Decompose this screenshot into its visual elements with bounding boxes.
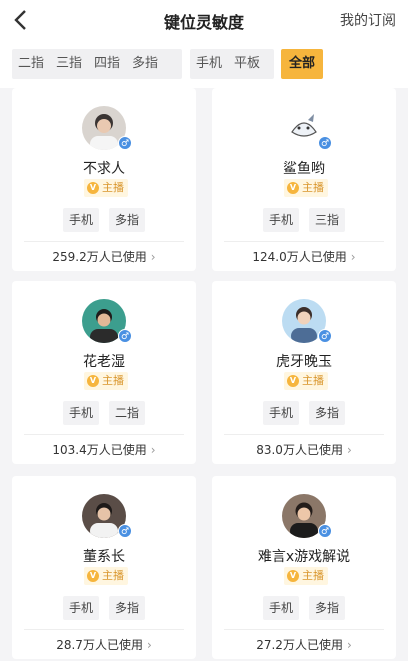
divider <box>224 629 384 630</box>
streamer-badge: V 主播 <box>84 567 128 585</box>
tag-finger: 多指 <box>109 208 145 232</box>
filter-multi-finger[interactable]: 多指 <box>126 49 164 79</box>
streamer-card[interactable]: ♂ 鲨鱼哟 V 主播 手机 三指 124.0万人已使用 › <box>212 88 396 271</box>
verified-icon: V <box>87 375 99 387</box>
chevron-right-icon: › <box>146 638 152 652</box>
streamer-name: 难言x游戏解说 <box>257 549 351 565</box>
streamer-card[interactable]: ♂ 难言x游戏解说 V 主播 手机 多指 27.2万人已使用 › <box>212 476 396 659</box>
filter-three-finger[interactable]: 三指 <box>50 49 88 79</box>
tag-device: 手机 <box>63 401 99 425</box>
male-gender-icon: ♂ <box>318 136 332 150</box>
verified-icon: V <box>87 570 99 582</box>
finger-filter-group: 二指 三指 四指 多指 <box>12 49 182 79</box>
streamer-name: 虎牙晚玉 <box>276 354 332 370</box>
streamer-badge: V 主播 <box>84 372 128 390</box>
tag-device: 手机 <box>63 208 99 232</box>
divider <box>24 434 184 435</box>
filter-all[interactable]: 全部 <box>281 49 323 79</box>
usage-count[interactable]: 83.0万人已使用 › <box>212 441 396 458</box>
streamer-name: 董系长 <box>83 549 125 565</box>
usage-count[interactable]: 27.2万人已使用 › <box>212 636 396 653</box>
male-gender-icon: ♂ <box>318 524 332 538</box>
usage-count[interactable]: 259.2万人已使用 › <box>12 248 196 265</box>
tag-device: 手机 <box>263 596 299 620</box>
tag-finger: 二指 <box>109 401 145 425</box>
divider <box>24 241 184 242</box>
male-gender-icon: ♂ <box>318 329 332 343</box>
filter-four-finger[interactable]: 四指 <box>88 49 126 79</box>
verified-icon: V <box>287 570 299 582</box>
tag-device: 手机 <box>263 208 299 232</box>
my-subscription-link[interactable]: 我的订阅 <box>340 10 396 30</box>
tag-finger: 多指 <box>309 596 345 620</box>
usage-count[interactable]: 28.7万人已使用 › <box>12 636 196 653</box>
tag-finger: 多指 <box>109 596 145 620</box>
chevron-right-icon: › <box>350 250 356 264</box>
streamer-badge: V 主播 <box>284 567 328 585</box>
streamer-badge: V 主播 <box>84 179 128 197</box>
streamer-name: 鲨鱼哟 <box>283 161 325 177</box>
divider <box>224 241 384 242</box>
male-gender-icon: ♂ <box>118 329 132 343</box>
streamer-card[interactable]: ♂ 董系长 V 主播 手机 多指 28.7万人已使用 › <box>12 476 196 659</box>
header-bar: 键位灵敏度 我的订阅 <box>0 0 408 40</box>
tag-finger: 三指 <box>309 208 345 232</box>
streamer-card[interactable]: ♂ 花老湿 V 主播 手机 二指 103.4万人已使用 › <box>12 281 196 464</box>
streamer-card[interactable]: ♂ 不求人 V 主播 手机 多指 259.2万人已使用 › <box>12 88 196 271</box>
filter-two-finger[interactable]: 二指 <box>12 49 50 79</box>
streamer-badge: V 主播 <box>284 179 328 197</box>
divider <box>224 434 384 435</box>
male-gender-icon: ♂ <box>118 136 132 150</box>
filter-tablet[interactable]: 平板 <box>228 49 266 79</box>
tag-finger: 多指 <box>309 401 345 425</box>
chevron-right-icon: › <box>150 443 156 457</box>
streamer-name: 花老湿 <box>83 354 125 370</box>
verified-icon: V <box>87 182 99 194</box>
device-filter-group: 手机 平板 <box>190 49 274 79</box>
male-gender-icon: ♂ <box>118 524 132 538</box>
divider <box>24 629 184 630</box>
streamer-badge: V 主播 <box>284 372 328 390</box>
chevron-right-icon: › <box>346 443 352 457</box>
tag-device: 手机 <box>63 596 99 620</box>
verified-icon: V <box>287 375 299 387</box>
streamer-card[interactable]: ♂ 虎牙晚玉 V 主播 手机 多指 83.0万人已使用 › <box>212 281 396 464</box>
chevron-right-icon: › <box>150 250 156 264</box>
usage-count[interactable]: 103.4万人已使用 › <box>12 441 196 458</box>
verified-icon: V <box>287 182 299 194</box>
chevron-right-icon: › <box>346 638 352 652</box>
filter-bar: 二指 三指 四指 多指 手机 平板 全部 <box>0 40 408 88</box>
filter-phone[interactable]: 手机 <box>190 49 228 79</box>
usage-count[interactable]: 124.0万人已使用 › <box>212 248 396 265</box>
tag-device: 手机 <box>263 401 299 425</box>
streamer-name: 不求人 <box>83 161 125 177</box>
